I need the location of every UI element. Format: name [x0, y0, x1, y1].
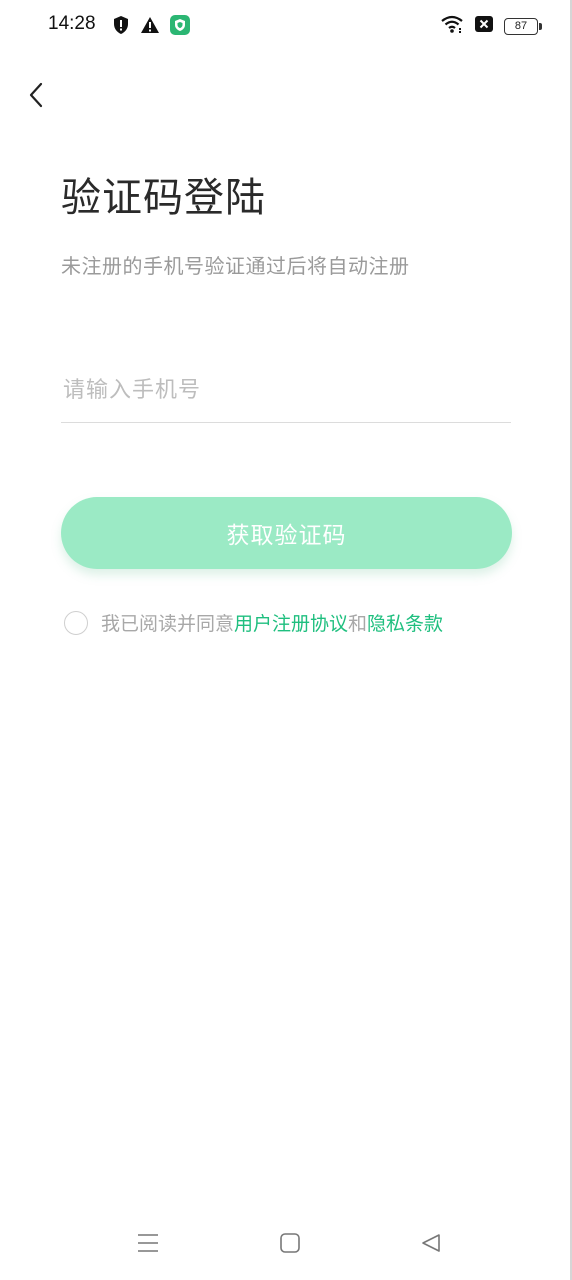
battery-icon: 87 — [504, 17, 542, 35]
chevron-left-icon — [28, 82, 44, 112]
back-button[interactable] — [20, 80, 52, 114]
recent-apps-button[interactable] — [131, 1228, 165, 1262]
privacy-policy-link[interactable]: 隐私条款 — [367, 609, 443, 636]
sim-off-icon — [474, 15, 494, 37]
status-bar: 14:28 87 — [0, 0, 572, 52]
agree-checkbox[interactable] — [64, 610, 88, 635]
agreement-row: 我已阅读并同意 用户注册协议 和 隐私条款 — [64, 609, 443, 636]
page-subtitle: 未注册的手机号验证通过后将自动注册 — [61, 254, 410, 278]
status-left-icons — [112, 15, 190, 39]
back-triangle-icon — [420, 1232, 442, 1258]
phone-field — [61, 362, 513, 423]
navigation-bar — [0, 1220, 572, 1270]
page-title: 验证码登陆 — [61, 175, 266, 221]
agreement-prefix: 我已阅读并同意 — [101, 613, 235, 635]
wifi-icon — [440, 14, 464, 38]
warning-icon — [140, 16, 160, 38]
menu-icon — [137, 1233, 159, 1257]
security-app-icon — [170, 15, 190, 39]
home-button[interactable] — [273, 1228, 307, 1262]
system-back-button[interactable] — [414, 1228, 448, 1262]
phone-input[interactable] — [61, 362, 513, 418]
home-icon — [279, 1232, 301, 1258]
user-agreement-link[interactable]: 用户注册协议 — [234, 609, 348, 636]
status-time: 14:28 — [48, 13, 96, 34]
get-code-button[interactable]: 获取验证码 — [61, 497, 512, 569]
status-right-icons: 87 — [440, 14, 542, 38]
shield-icon — [112, 15, 130, 39]
agreement-connector: 和 — [348, 613, 368, 635]
